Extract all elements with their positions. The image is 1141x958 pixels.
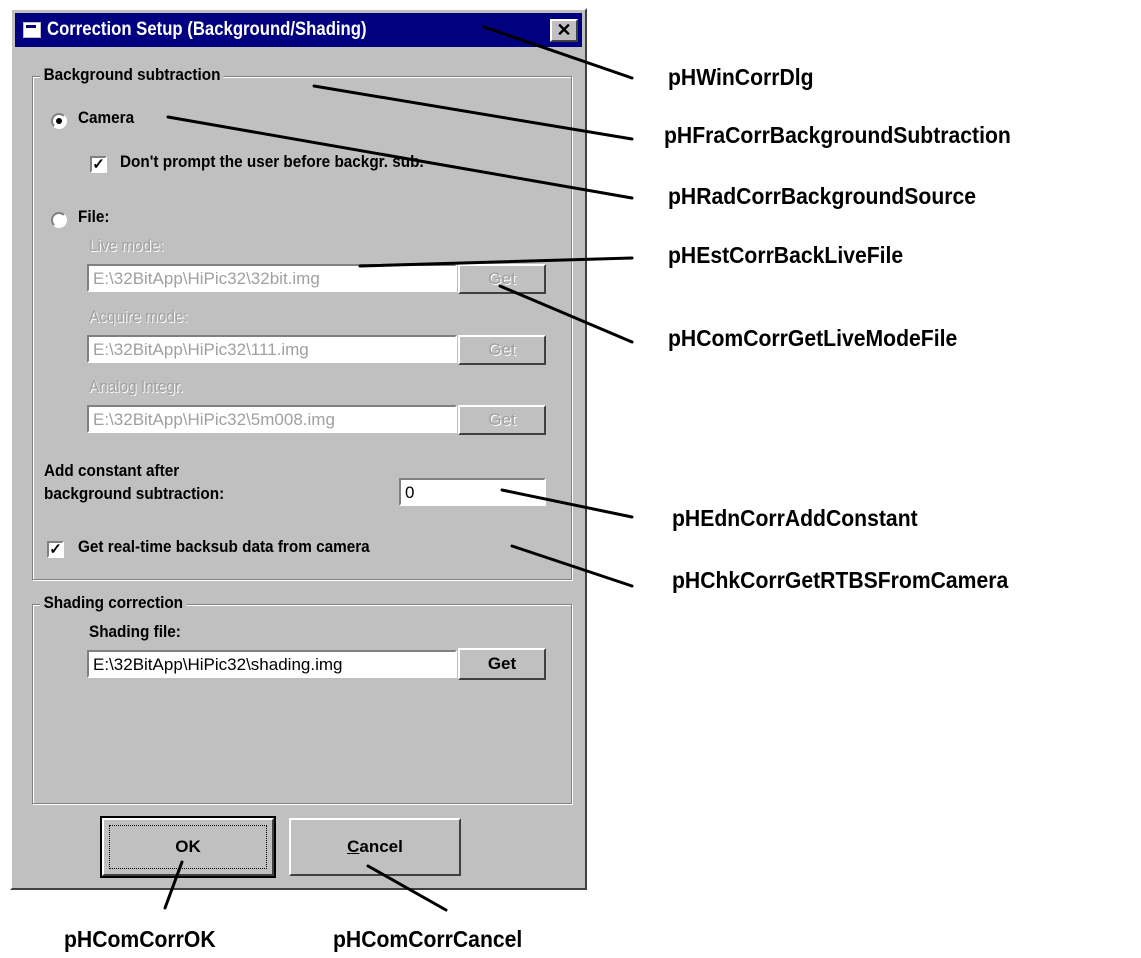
leader-ok bbox=[163, 860, 184, 910]
annotation-radio: pHRadCorrBackgroundSource bbox=[668, 183, 977, 209]
leader-win bbox=[482, 25, 634, 80]
annotation-cancel: pHComCorrCancel bbox=[333, 926, 523, 952]
annotation-live-file: pHEstCorrBackLiveFile bbox=[668, 242, 904, 268]
annotation-add-constant: pHEdnCorrAddConstant bbox=[672, 505, 918, 531]
annotation-ok: pHComCorrOK bbox=[64, 926, 216, 952]
annotation-rtbs: pHChkCorrGetRTBSFromCamera bbox=[672, 567, 1009, 593]
leader-radio bbox=[166, 115, 634, 200]
leader-cancel bbox=[366, 864, 448, 912]
leader-frame bbox=[312, 84, 634, 141]
leader-live-file bbox=[358, 256, 634, 268]
annotation-frame: pHFraCorrBackgroundSubtraction bbox=[664, 122, 1011, 148]
leader-rtbs bbox=[510, 544, 634, 588]
annotation-get-live: pHComCorrGetLiveModeFile bbox=[668, 325, 958, 351]
annotation-win: pHWinCorrDlg bbox=[668, 64, 814, 90]
leader-add-constant bbox=[500, 488, 634, 519]
leader-get-live bbox=[498, 284, 634, 344]
